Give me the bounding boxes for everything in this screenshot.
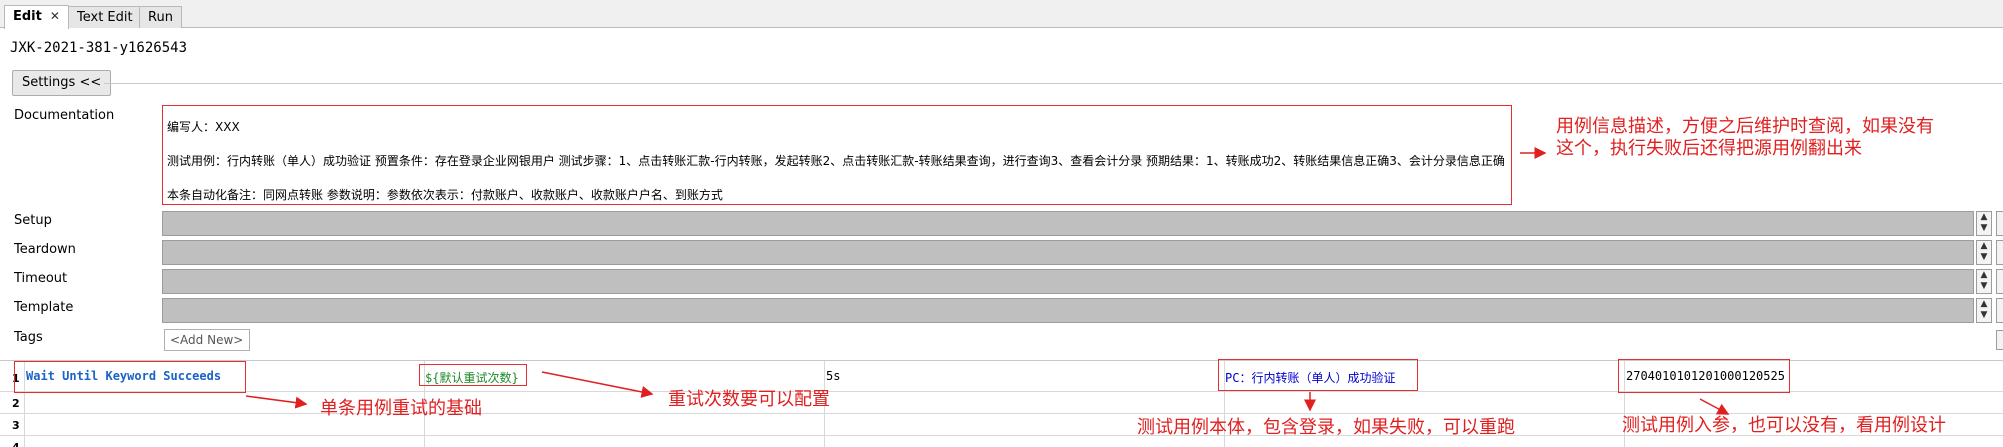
annotation-doc-line2: 这个，执行失败后还得把源用例翻出来 xyxy=(1556,138,1862,159)
timeout-edge xyxy=(1996,269,2003,294)
teardown-label: Teardown xyxy=(14,242,76,257)
tab-text-edit[interactable]: Text Edit xyxy=(68,6,142,28)
doc-remark-line: 本条自动化备注：同网点转账 参数说明：参数依次表示：付款账户、收款账户、收款账户… xyxy=(167,188,723,202)
test-case-title: JXK-2021-381-y1626543 xyxy=(10,40,188,56)
timeout-label: Timeout xyxy=(14,271,68,286)
setup-edge xyxy=(1996,211,2003,236)
chevron-down-icon: ▼ xyxy=(1980,223,1988,233)
timeout-spinner[interactable]: ▲ ▼ xyxy=(1976,269,1992,294)
chevron-up-icon: ▲ xyxy=(1980,241,1988,251)
row-number: 3 xyxy=(12,419,20,432)
documentation-label: Documentation xyxy=(14,108,115,123)
template-label: Template xyxy=(14,300,74,315)
highlight-retry-var xyxy=(419,364,527,386)
annotation-test-body: 测试用例本体，包含登录，如果失败，可以重跑 xyxy=(1137,417,1515,438)
chevron-down-icon: ▼ xyxy=(1980,310,1988,320)
chevron-down-icon: ▼ xyxy=(1980,281,1988,291)
doc-author-line: 编写人：XXX xyxy=(167,120,240,134)
tags-label: Tags xyxy=(14,330,43,345)
settings-toggle-button[interactable]: Settings << xyxy=(12,70,112,96)
chevron-down-icon: ▼ xyxy=(1980,252,1988,262)
tab-edit-label: Edit xyxy=(13,9,42,24)
setup-label: Setup xyxy=(14,213,52,228)
cell-retry-interval[interactable]: 5s xyxy=(826,369,840,383)
highlight-test-keyword xyxy=(1218,359,1418,391)
row-number: 2 xyxy=(12,397,20,410)
timeout-field[interactable] xyxy=(162,269,1974,294)
highlight-test-param xyxy=(1618,359,1790,393)
row-number: 4 xyxy=(12,441,20,447)
tab-text-edit-label: Text Edit xyxy=(77,10,133,25)
chevron-up-icon: ▲ xyxy=(1980,299,1988,309)
close-icon[interactable]: ✕ xyxy=(50,9,60,23)
template-field[interactable] xyxy=(162,298,1974,323)
tab-run[interactable]: Run xyxy=(139,6,182,28)
add-tag-button[interactable]: <Add New> xyxy=(164,329,250,351)
annotation-retry-basis: 单条用例重试的基础 xyxy=(320,398,482,419)
settings-row: Settings << xyxy=(12,70,2002,96)
teardown-spinner[interactable]: ▲ ▼ xyxy=(1976,240,1992,265)
tags-edge xyxy=(1996,330,2003,350)
annotation-test-params: 测试用例入参，也可以没有，看用例设计 xyxy=(1622,415,1946,436)
highlight-keyword xyxy=(14,361,246,393)
teardown-field[interactable] xyxy=(162,240,1974,265)
template-spinner[interactable]: ▲ ▼ xyxy=(1976,298,1992,323)
setup-spinner[interactable]: ▲ ▼ xyxy=(1976,211,1992,236)
settings-divider xyxy=(104,83,2002,84)
tab-edit[interactable]: Edit ✕ xyxy=(4,5,69,29)
chevron-up-icon: ▲ xyxy=(1980,212,1988,222)
doc-case-line: 测试用例：行内转账（单人）成功验证 预置条件：存在登录企业网银用户 测试步骤：1… xyxy=(167,154,1505,168)
setup-field[interactable] xyxy=(162,211,1974,236)
documentation-field[interactable]: 编写人：XXX 测试用例：行内转账（单人）成功验证 预置条件：存在登录企业网银用… xyxy=(162,105,1512,205)
tab-bar: Edit ✕ Text Edit Run xyxy=(0,0,2003,29)
tab-run-label: Run xyxy=(148,10,173,25)
template-edge xyxy=(1996,298,2003,323)
teardown-edge xyxy=(1996,240,2003,265)
annotation-retry-config: 重试次数要可以配置 xyxy=(668,389,830,410)
chevron-up-icon: ▲ xyxy=(1980,270,1988,280)
